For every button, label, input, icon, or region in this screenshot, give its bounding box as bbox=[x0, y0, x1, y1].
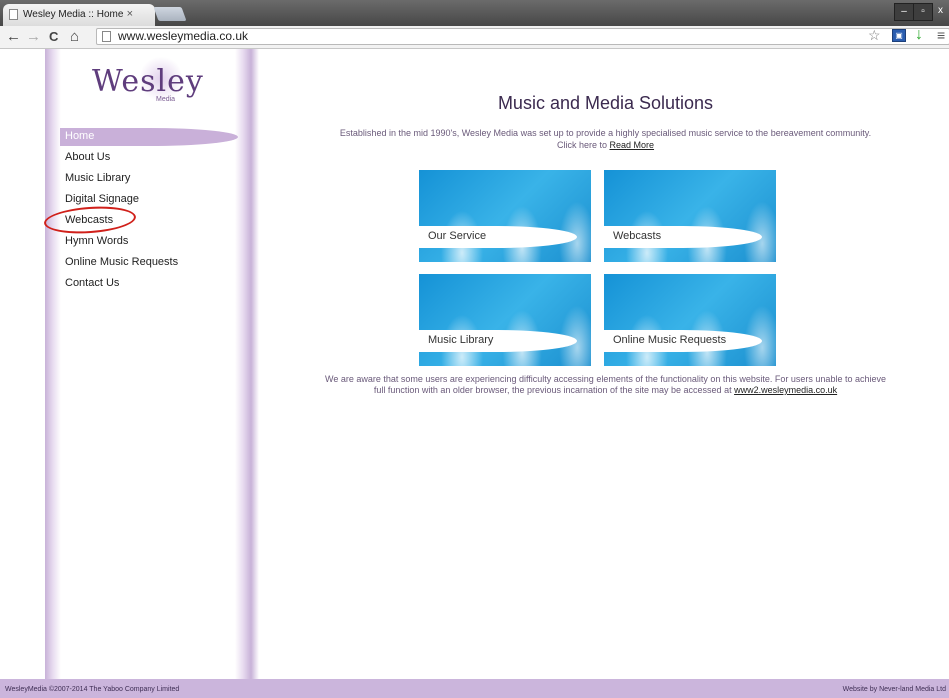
download-arrow-icon[interactable]: ↓ bbox=[915, 26, 923, 44]
tile-webcasts[interactable]: Webcasts bbox=[604, 170, 776, 262]
extension-icon[interactable]: ▣ bbox=[892, 29, 906, 42]
tab-title: Wesley Media :: Home bbox=[23, 9, 124, 20]
intro-line-1: Established in the mid 1990's, Wesley Me… bbox=[339, 128, 872, 138]
maximize-button[interactable]: ▫ bbox=[913, 3, 933, 21]
copyright-text: WesleyMedia ©2007-2014 The Yaboo Company… bbox=[5, 686, 180, 693]
reload-icon[interactable]: C bbox=[49, 28, 58, 46]
page-title: Music and Media Solutions bbox=[497, 93, 714, 113]
tile-our-service[interactable]: Our Service bbox=[419, 170, 591, 262]
tile-label: Webcasts bbox=[613, 230, 662, 242]
forward-icon[interactable]: → bbox=[26, 28, 41, 46]
nav-digital-signage[interactable]: Digital Signage bbox=[65, 193, 139, 205]
tab-strip: Wesley Media :: Home × – ▫ x bbox=[0, 0, 949, 26]
intro-text: Established in the mid 1990's, Wesley Me… bbox=[262, 127, 949, 151]
browser-notice: We are aware that some users are experie… bbox=[262, 374, 949, 396]
nav-hymn-words[interactable]: Hymn Words bbox=[65, 235, 128, 247]
credit-link[interactable]: Website by Never-land Media Ltd bbox=[843, 686, 946, 693]
notice-prefix: full function with an older browser, the… bbox=[373, 385, 735, 395]
nav-home[interactable]: Home bbox=[65, 130, 94, 142]
legacy-site-link[interactable]: www2.wesleymedia.co.uk bbox=[734, 385, 837, 395]
tile-label: Online Music Requests bbox=[613, 334, 727, 346]
footer: WesleyMedia ©2007-2014 The Yaboo Company… bbox=[0, 679, 949, 698]
browser-tab[interactable]: Wesley Media :: Home × bbox=[3, 4, 155, 26]
notice-line-1: We are aware that some users are experie… bbox=[325, 374, 886, 384]
intro-line-2: Click here to Read More bbox=[262, 139, 949, 151]
bookmark-star-icon[interactable]: ☆ bbox=[868, 27, 881, 44]
address-bar[interactable]: www.wesleymedia.co.uk bbox=[96, 28, 949, 45]
tile-music-library[interactable]: Music Library bbox=[419, 274, 591, 366]
tab-close-icon[interactable]: × bbox=[127, 8, 133, 20]
page-favicon-icon bbox=[9, 9, 18, 20]
nav-music-library[interactable]: Music Library bbox=[65, 172, 130, 184]
menu-icon[interactable]: ≡ bbox=[937, 27, 945, 43]
url-text[interactable]: www.wesleymedia.co.uk bbox=[118, 29, 248, 44]
intro-prefix: Click here to bbox=[556, 140, 610, 150]
site-logo[interactable]: Wesley bbox=[92, 64, 204, 99]
nav-contact-us[interactable]: Contact Us bbox=[65, 277, 119, 289]
nav-online-music-requests[interactable]: Online Music Requests bbox=[65, 256, 178, 268]
tile-online-music-requests[interactable]: Online Music Requests bbox=[604, 274, 776, 366]
nav-about-us[interactable]: About Us bbox=[65, 151, 110, 163]
logo-subtitle: Media bbox=[156, 96, 176, 103]
read-more-link[interactable]: Read More bbox=[610, 140, 655, 150]
tile-label: Music Library bbox=[428, 334, 494, 346]
home-icon[interactable]: ⌂ bbox=[70, 28, 79, 46]
minimize-button[interactable]: – bbox=[894, 3, 914, 21]
back-icon[interactable]: ← bbox=[6, 28, 21, 46]
page-icon bbox=[102, 31, 111, 42]
notice-line-2: full function with an older browser, the… bbox=[262, 385, 949, 396]
tile-label: Our Service bbox=[428, 230, 487, 242]
new-tab-button[interactable] bbox=[153, 7, 187, 21]
browser-toolbar: ← → C ⌂ www.wesleymedia.co.uk ☆ ▣ ↓ ≡ bbox=[0, 26, 949, 49]
close-window-button[interactable]: x bbox=[932, 3, 949, 19]
